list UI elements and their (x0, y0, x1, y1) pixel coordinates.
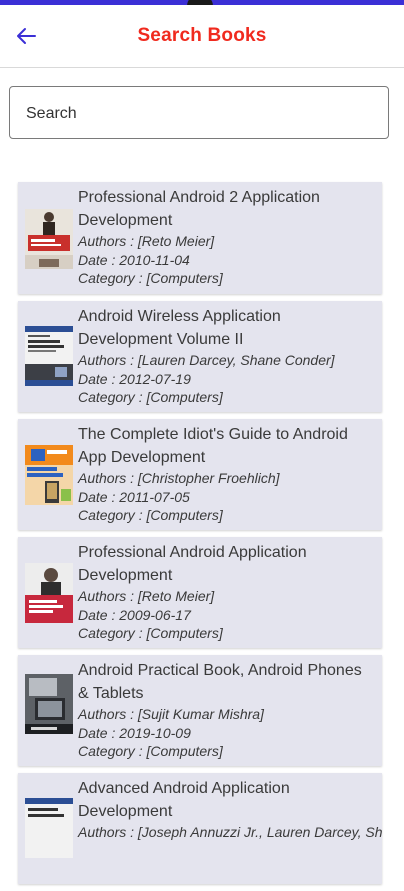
book-title: Professional Android Application Develop… (78, 544, 307, 584)
book-category: Category : [Computers] (78, 389, 223, 405)
book-date: Date : 2010-11-04 (78, 251, 190, 268)
book-authors: Authors : [Lauren Darcey, Shane Conder] (78, 352, 335, 368)
book-cover-image (25, 563, 73, 623)
book-card[interactable]: Professional Android Application Develop… (18, 537, 382, 648)
book-title: Professional Android 2 Application Devel… (78, 189, 320, 229)
book-date: Date : 2011-07-05 (78, 488, 190, 505)
book-info: Android Practical Book, Android Phones &… (78, 659, 376, 761)
book-authors: Authors : [Joseph Annuzzi Jr., Lauren Da… (78, 824, 382, 840)
book-info: Advanced Android Application Development… (78, 777, 382, 842)
book-cover-image (25, 798, 73, 858)
book-category: Category : [Computers] (78, 507, 223, 523)
book-cover-image (25, 326, 73, 386)
book-cover-image (25, 209, 73, 269)
book-category: Category : [Computers] (78, 743, 223, 759)
book-card[interactable]: Professional Android 2 Application Devel… (18, 182, 382, 294)
book-authors: Authors : [Sujit Kumar Mishra] (78, 706, 264, 722)
book-authors: Authors : [Christopher Froehlich] (78, 470, 280, 486)
search-input[interactable] (24, 87, 378, 140)
app-bar: Search Books (0, 5, 404, 68)
book-cover-image (25, 445, 73, 505)
book-title: The Complete Idiot's Guide to Android Ap… (78, 426, 348, 466)
book-info: Professional Android 2 Application Devel… (78, 186, 376, 288)
book-date: Date : 2019-10-09 (78, 724, 191, 741)
book-card[interactable]: Advanced Android Application Development… (18, 773, 382, 884)
book-card[interactable]: Android Wireless Application Development… (18, 301, 382, 412)
book-cover-image (25, 674, 73, 734)
book-title: Android Practical Book, Android Phones &… (78, 662, 362, 702)
book-title: Advanced Android Application Development (78, 780, 290, 820)
book-title: Android Wireless Application Development… (78, 308, 281, 348)
book-list[interactable]: Professional Android 2 Application Devel… (18, 182, 382, 891)
search-field[interactable] (9, 86, 389, 140)
book-info: The Complete Idiot's Guide to Android Ap… (78, 423, 376, 525)
book-date: Date : 2009-06-17 (78, 606, 191, 623)
book-authors: Authors : [Reto Meier] (78, 233, 215, 249)
book-category: Category : [Computers] (78, 270, 223, 286)
book-category: Category : [Computers] (78, 625, 223, 641)
book-card[interactable]: Android Practical Book, Android Phones &… (18, 655, 382, 766)
book-date: Date : 2012-07-19 (78, 370, 191, 387)
page-title: Search Books (137, 25, 267, 46)
book-info: Professional Android Application Develop… (78, 541, 376, 643)
book-authors: Authors : [Reto Meier] (78, 588, 215, 604)
book-card[interactable]: The Complete Idiot's Guide to Android Ap… (18, 419, 382, 530)
book-info: Android Wireless Application Development… (78, 305, 376, 407)
